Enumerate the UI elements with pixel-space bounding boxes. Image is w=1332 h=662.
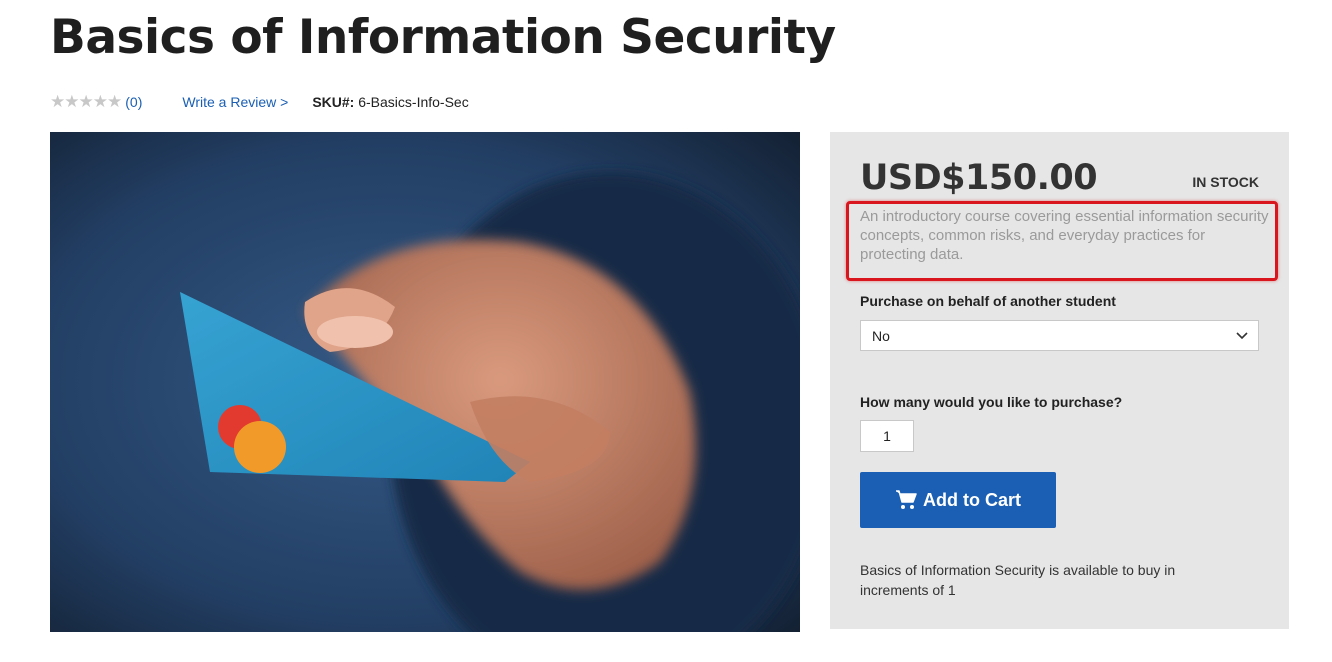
- quantity-input[interactable]: 1: [860, 420, 914, 452]
- credit-card-photo-icon: [50, 132, 800, 632]
- cart-icon: [896, 490, 917, 509]
- price: USD$150.00: [860, 158, 1098, 198]
- star-icon: ★: [64, 92, 79, 111]
- add-to-cart-label: Add to Cart: [923, 489, 1021, 510]
- review-count-link[interactable]: (0): [125, 94, 142, 110]
- quantity-label: How many would you like to purchase?: [860, 394, 1123, 410]
- purchase-behalf-select[interactable]: No: [860, 320, 1259, 351]
- chevron-down-icon: [1236, 331, 1248, 339]
- purchase-behalf-label: Purchase on behalf of another student: [860, 293, 1116, 309]
- star-icon: ★: [92, 92, 108, 111]
- product-image: [50, 132, 800, 632]
- product-meta-row: ★ ★ ★ ★ ★ (0) Write a Review > SKU#: 6-B…: [50, 92, 469, 112]
- sku: SKU#: 6-Basics-Info-Sec: [312, 94, 468, 110]
- select-value: No: [872, 327, 890, 344]
- star-icon: ★: [107, 92, 122, 111]
- rating-stars[interactable]: ★ ★ ★ ★ ★: [50, 92, 122, 112]
- star-icon: ★: [50, 92, 65, 111]
- product-title: Basics of Information Security: [50, 10, 836, 65]
- sku-value: 6-Basics-Info-Sec: [358, 94, 469, 110]
- product-description: An introductory course covering essentia…: [860, 208, 1269, 263]
- add-to-cart-button[interactable]: Add to Cart: [860, 472, 1056, 528]
- write-review-link[interactable]: Write a Review >: [182, 94, 288, 110]
- stock-status: IN STOCK: [1192, 174, 1259, 190]
- purchase-panel: USD$150.00 IN STOCK An introductory cour…: [830, 132, 1289, 629]
- sku-label: SKU#:: [312, 94, 355, 110]
- star-icon: ★: [78, 92, 94, 111]
- increments-note: Basics of Information Security is availa…: [860, 562, 1176, 598]
